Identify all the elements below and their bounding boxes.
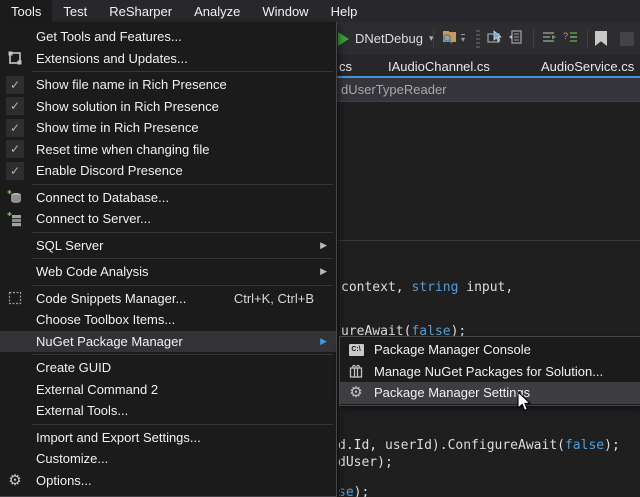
- gear-icon: ⚙: [6, 471, 24, 489]
- svg-text:?: ?: [563, 31, 568, 41]
- code-snippets-icon: [6, 289, 24, 307]
- document-lines-icon: [508, 29, 526, 48]
- grip-icon: [476, 30, 480, 48]
- check-icon: ✓: [6, 97, 24, 115]
- copy-document-button[interactable]: [508, 22, 526, 55]
- vs-window: Tools Test ReSharper Analyze Window Help…: [0, 0, 640, 497]
- menu-tools[interactable]: Tools: [0, 0, 52, 22]
- check-icon: ✓: [6, 162, 24, 180]
- disabled-bookmark-icon: [620, 32, 634, 46]
- menu-item-connect-database[interactable]: Connect to Database...: [0, 187, 336, 209]
- check-icon: ✓: [6, 119, 24, 137]
- gear-icon: ⚙: [347, 384, 365, 402]
- code-line: context, string input,: [341, 280, 513, 295]
- code-line: dUser);: [338, 455, 393, 470]
- submenu-arrow-icon: ▶: [320, 336, 327, 347]
- shortcut-label: Ctrl+K, Ctrl+B: [234, 291, 314, 306]
- submenu-arrow-icon: ▶: [320, 240, 327, 251]
- toolbar-drag-grip[interactable]: [476, 22, 480, 55]
- toolbar-separator: [533, 29, 534, 48]
- menu-bar: Tools Test ReSharper Analyze Window Help: [0, 0, 640, 22]
- menu-item-extensions-updates[interactable]: Extensions and Updates...: [0, 48, 336, 70]
- menu-item-external-tools[interactable]: External Tools...: [0, 400, 336, 422]
- editor-left-edge: [340, 102, 341, 497]
- menu-item-nuget-package-manager[interactable]: NuGet Package Manager▶: [0, 331, 336, 353]
- mouse-cursor: [517, 391, 533, 416]
- menu-item-sql-server[interactable]: SQL Server▶: [0, 235, 336, 257]
- menu-item-choose-toolbox[interactable]: Choose Toolbox Items...: [0, 309, 336, 331]
- indent-selection-icon: ?: [562, 29, 580, 48]
- menu-item-external-command-2[interactable]: External Command 2: [0, 379, 336, 401]
- menu-item-show-time[interactable]: ✓Show time in Rich Presence: [0, 117, 336, 139]
- console-icon: C:\: [347, 341, 365, 359]
- check-icon: ✓: [6, 76, 24, 94]
- menu-item-package-manager-settings[interactable]: ⚙ Package Manager Settings: [340, 382, 640, 404]
- menu-test[interactable]: Test: [52, 0, 98, 22]
- menu-window[interactable]: Window: [251, 0, 319, 22]
- menu-item-create-guid[interactable]: Create GUID: [0, 357, 336, 379]
- check-icon: ✓: [6, 140, 24, 158]
- menu-item-customize[interactable]: Customize...: [0, 448, 336, 470]
- menu-item-manage-nuget-packages[interactable]: Manage NuGet Packages for Solution...: [340, 361, 640, 383]
- overflow-chevron-icon: ▾: [461, 34, 465, 44]
- menu-item-import-export-settings[interactable]: Import and Export Settings...: [0, 427, 336, 449]
- prev-bookmark-button[interactable]: [620, 22, 634, 55]
- find-in-files-icon: [440, 29, 458, 48]
- breadcrumb-text: dUserTypeReader: [341, 82, 447, 97]
- menu-item-package-manager-console[interactable]: C:\ Package Manager Console: [340, 339, 640, 361]
- connect-server-icon: [6, 210, 24, 228]
- toolbar-separator: [433, 29, 434, 48]
- menu-item-show-file-name[interactable]: ✓Show file name in Rich Presence: [0, 74, 336, 96]
- menu-item-web-code-analysis[interactable]: Web Code Analysis▶: [0, 261, 336, 283]
- nuget-submenu: C:\ Package Manager Console Manage NuGet…: [339, 336, 640, 406]
- menu-item-connect-server[interactable]: Connect to Server...: [0, 208, 336, 230]
- tools-menu: Get Tools and Features... Extensions and…: [0, 22, 337, 497]
- toolbar-separator: [587, 29, 588, 48]
- menu-item-code-snippets[interactable]: Code Snippets Manager... Ctrl+K, Ctrl+B: [0, 288, 336, 310]
- menu-item-show-solution[interactable]: ✓Show solution in Rich Presence: [0, 96, 336, 118]
- connect-database-icon: [6, 188, 24, 206]
- extensions-icon: [6, 49, 24, 67]
- find-in-files-button[interactable]: [440, 22, 458, 55]
- code-line: se);: [338, 485, 369, 497]
- tab-partial[interactable]: cs: [339, 55, 352, 78]
- navigate-cursor-icon: [486, 29, 504, 48]
- indent-lines-icon: [540, 29, 558, 48]
- format-document-button[interactable]: [540, 22, 558, 55]
- menu-item-options[interactable]: ⚙ Options...: [0, 470, 336, 492]
- tab-audioservice[interactable]: AudioService.cs: [541, 55, 634, 78]
- tab-iaudiochannel[interactable]: IAudioChannel.cs: [388, 55, 490, 78]
- toolbar-overflow-button[interactable]: ▾: [461, 22, 465, 55]
- menu-help[interactable]: Help: [320, 0, 369, 22]
- menu-item-reset-time[interactable]: ✓Reset time when changing file: [0, 139, 336, 161]
- bookmark-flag-icon: [595, 31, 607, 46]
- menu-analyze[interactable]: Analyze: [183, 0, 251, 22]
- config-label: DNetDebug: [355, 31, 423, 46]
- toggle-bookmark-button[interactable]: [595, 22, 607, 55]
- editor-divider: [338, 240, 640, 241]
- code-line: d.Id, userId).ConfigureAwait(false);: [338, 438, 620, 453]
- submenu-arrow-icon: ▶: [320, 266, 327, 277]
- package-icon: [347, 362, 365, 380]
- menu-item-enable-discord[interactable]: ✓Enable Discord Presence: [0, 160, 336, 182]
- format-selection-button[interactable]: ?: [562, 22, 580, 55]
- menu-item-get-tools-features[interactable]: Get Tools and Features...: [0, 26, 336, 48]
- menu-resharper[interactable]: ReSharper: [98, 0, 183, 22]
- solution-config-dropdown[interactable]: DNetDebug ▾: [348, 22, 433, 55]
- navigate-back-button[interactable]: [486, 22, 504, 55]
